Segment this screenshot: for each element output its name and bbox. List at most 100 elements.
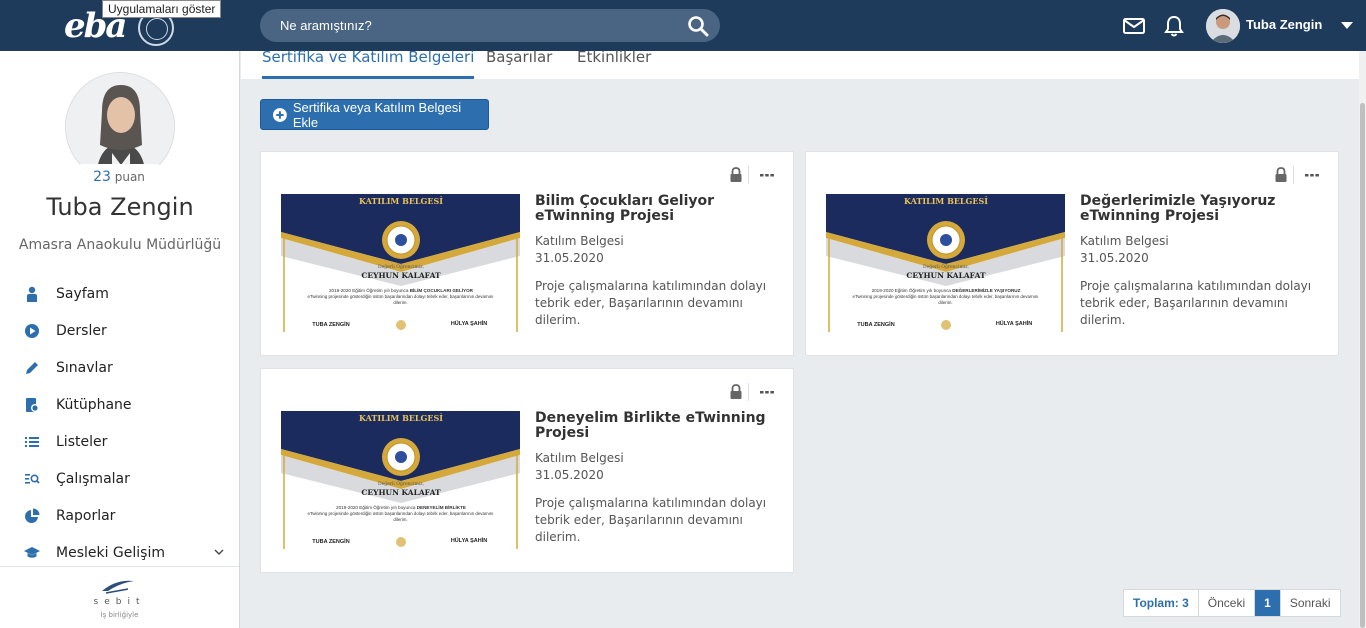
user-avatar[interactable] [1206,9,1240,43]
cert-project: DEĞERLERİMİZLE YAŞIYORUZ [952,286,1020,293]
cert-body-2: eTwinning projesinde gösterdiğin üstün b… [307,294,494,305]
sidebar-item-label: Raporlar [56,507,116,524]
points-value: 23 [93,169,111,185]
card-description: Proje çalışmalarına katılımından dolayı … [535,279,767,327]
certificate-card[interactable]: KATILIM BELGESİ Değerli Öğrencimiz, CEYH… [260,151,794,356]
pagination: Toplam: 3 Önceki 1 Sonraki [1123,589,1341,617]
mail-icon[interactable] [1121,13,1147,39]
sidebar-item-listeler[interactable]: Listeler [0,423,240,460]
card-title[interactable]: Bilim Çocukları Geliyor eTwinning Projes… [535,194,785,224]
more-options-icon[interactable] [1304,168,1320,182]
sidebar-item-label: Çalışmalar [56,470,130,487]
lock-icon[interactable] [729,167,743,183]
lock-icon[interactable] [729,384,743,400]
list-icon [25,436,39,447]
cert-recipient-prefix: Değerli Öğrencimiz, [378,263,424,270]
cert-body-2: eTwinning projesinde gösterdiğin üstün b… [307,511,494,522]
cert-body-line-1: 2019-2020 Eğitim Öğretim yılı boyunca DE… [872,286,1021,293]
add-certificate-button[interactable]: Sertifika veya Katılım Belgesi Ekle [260,99,489,130]
tab-basarilar[interactable]: Başarılar [486,48,552,79]
points-badge: 23 puan [70,164,168,190]
graduation-cap-icon [24,546,40,558]
user-avatar-icon [1206,9,1240,43]
certificate-image[interactable]: KATILIM BELGESİ Değerli Öğrencimiz, CEYH… [281,194,520,332]
plus-circle-icon [273,107,287,122]
add-certificate-label: Sertifika veya Katılım Belgesi Ekle [292,99,462,130]
points-label: puan [114,170,145,184]
card-title[interactable]: Deneyelim Birlikte eTwinning Projesi [535,411,785,441]
card-description: Proje çalışmalarına katılımından dolayı … [535,496,767,544]
profile-name: Tuba Zengin [46,193,194,221]
tab-etkinlikler[interactable]: Etkinlikler [577,48,651,79]
cert-recipient: CEYHUN KALAFAT [361,271,441,280]
search-icon[interactable] [686,14,710,38]
sidebar-item-kutuphane[interactable]: Kütüphane [0,386,240,423]
pagination-prev-button[interactable]: Önceki [1199,590,1256,616]
sidebar-item-sinavlar[interactable]: Sınavlar [0,349,240,386]
sidebar-item-sayfam[interactable]: Sayfam [0,275,240,312]
sidebar-item-label: Kütüphane [56,396,132,413]
library-icon [26,397,39,412]
bell-icon[interactable] [1161,13,1187,39]
cert-project: BİLİM ÇOCUKLARI GELİYOR [410,287,474,293]
chevron-down-icon[interactable] [214,548,224,556]
certificate-image[interactable]: KATILIM BELGESİ Değerli Öğrencimiz, CEYH… [826,194,1065,332]
sebit-brand: sebit [93,597,146,607]
sidebar-item-label: Dersler [56,322,107,339]
tabs-bar: Sertifika ve Katılım Belgeleri Başarılar… [241,48,1359,79]
cert-recipient: CEYHUN KALAFAT [361,488,441,497]
scrollbar-thumb[interactable] [1360,103,1365,628]
apps-tooltip: Uygulamaları göster [102,0,222,18]
cert-recipient: CEYHUN KALAFAT [906,271,986,280]
certificate-graphic: KATILIM BELGESİ Değerli Öğrencimiz, CEYH… [826,194,1065,332]
cert-project: DENEYELİM BİRLİKTE [417,504,466,510]
card-title[interactable]: Değerlerimizle Yaşıyoruz eTwinning Proje… [1080,194,1330,224]
sidebar-item-calismalar[interactable]: Çalışmalar [0,460,240,497]
cert-recipient-prefix: Değerli Öğrencimiz, [378,480,424,487]
sidebar-item-label: Sayfam [56,285,109,302]
certificate-image[interactable]: KATILIM BELGESİ Değerli Öğrencimiz, CEYH… [281,411,520,549]
sidebar: 23 puan Tuba Zengin Amasra Anaokulu Müdü… [0,51,240,628]
card-type: Katılım Belgesi [535,451,624,465]
chevron-down-icon[interactable] [1340,20,1354,30]
card-divider [748,166,749,184]
sidebar-item-dersler[interactable]: Dersler [0,312,240,349]
card-divider [748,383,749,401]
search-list-icon [25,473,40,484]
cert-signer-right: HÜLYA ŞAHİN [451,320,487,327]
card-divider [1293,166,1294,184]
cert-body-1: 2019-2020 Eğitim Öğretim yılı boyunca [329,287,409,293]
cert-signer-right: HÜLYA ŞAHİN [451,537,487,544]
sebit-tagline: İş birliğiyle [100,611,139,619]
sidebar-item-label: Listeler [56,433,108,450]
pagination-total: Toplam: 3 [1124,590,1199,616]
more-options-icon[interactable] [759,168,775,182]
cert-body-line-1: 2019-2020 Eğitim Öğretim yılı boyunca DE… [336,504,466,510]
cert-body-1: 2019-2020 Eğitim Öğretim yılı boyunca [872,287,952,293]
certificate-graphic: KATILIM BELGESİ Değerli Öğrencimiz, CEYH… [281,411,520,549]
profile-school: Amasra Anaokulu Müdürlüğü [18,237,222,253]
user-name[interactable]: Tuba Zengin [1246,17,1322,32]
sidebar-item-raporlar[interactable]: Raporlar [0,497,240,534]
card-type: Katılım Belgesi [1080,234,1169,248]
search-input[interactable] [280,9,670,42]
certificate-graphic: KATILIM BELGESİ Değerli Öğrencimiz, CEYH… [281,194,520,332]
certificate-card[interactable]: KATILIM BELGESİ Değerli Öğrencimiz, CEYH… [805,151,1339,356]
pagination-page-1[interactable]: 1 [1255,590,1281,616]
card-date: 31.05.2020 [535,251,604,265]
more-options-icon[interactable] [759,385,775,399]
pagination-next-button[interactable]: Sonraki [1281,590,1340,616]
card-type: Katılım Belgesi [535,234,624,248]
search-bar [260,9,720,42]
cert-recipient-prefix: Değerli Öğrencimiz, [923,263,969,270]
lock-icon[interactable] [1274,167,1288,183]
cert-signer-right: HÜLYA ŞAHİN [996,320,1032,327]
tab-sertifika[interactable]: Sertifika ve Katılım Belgeleri [262,48,475,79]
cert-body-2: eTwinning projesinde gösterdiğin üstün b… [852,294,1039,305]
top-bar: eba Uygulamaları göster Tuba Zengin [0,0,1366,51]
cert-heading: KATILIM BELGESİ [359,413,443,423]
certificate-card[interactable]: KATILIM BELGESİ Değerli Öğrencimiz, CEYH… [260,368,794,573]
cert-signer-left: TUBA ZENGİN [312,538,349,545]
pencil-icon [26,361,38,374]
play-circle-icon [25,323,39,338]
